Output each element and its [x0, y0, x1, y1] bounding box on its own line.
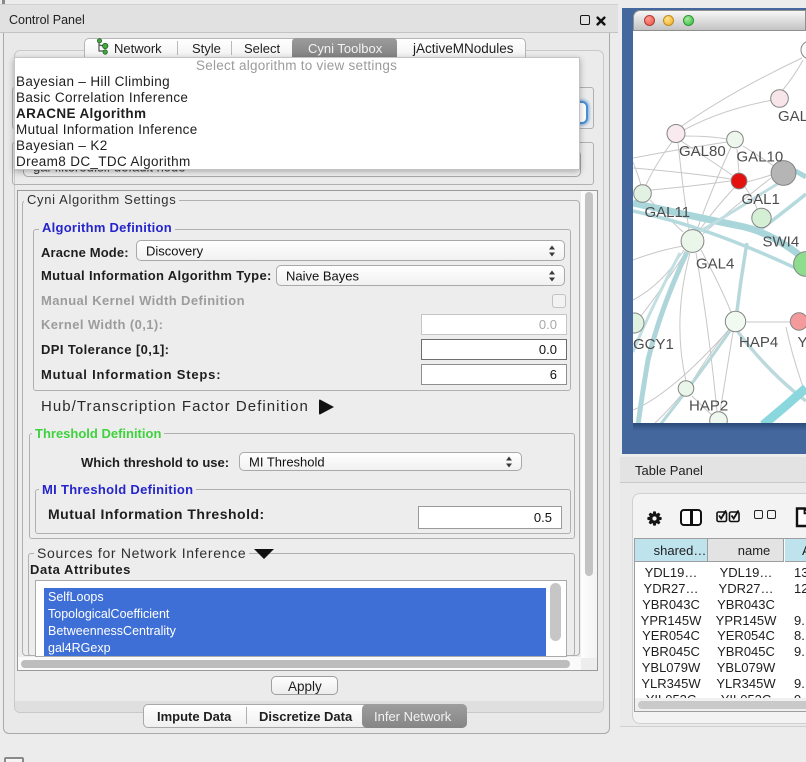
svg-text:GCY1: GCY1: [633, 336, 674, 353]
svg-text:GAL1: GAL1: [742, 191, 780, 208]
svg-text:HAP2: HAP2: [689, 398, 728, 415]
svg-text:GAL10: GAL10: [737, 149, 784, 166]
svg-text:GAL4: GAL4: [696, 256, 734, 273]
svg-text:Y: Y: [798, 334, 806, 351]
svg-text:GAL80: GAL80: [679, 143, 726, 160]
svg-text:SWI4: SWI4: [763, 234, 800, 251]
svg-text:HAP4: HAP4: [739, 334, 778, 351]
svg-text:GAL7: GAL7: [778, 108, 806, 125]
svg-text:GAL11: GAL11: [645, 204, 691, 221]
